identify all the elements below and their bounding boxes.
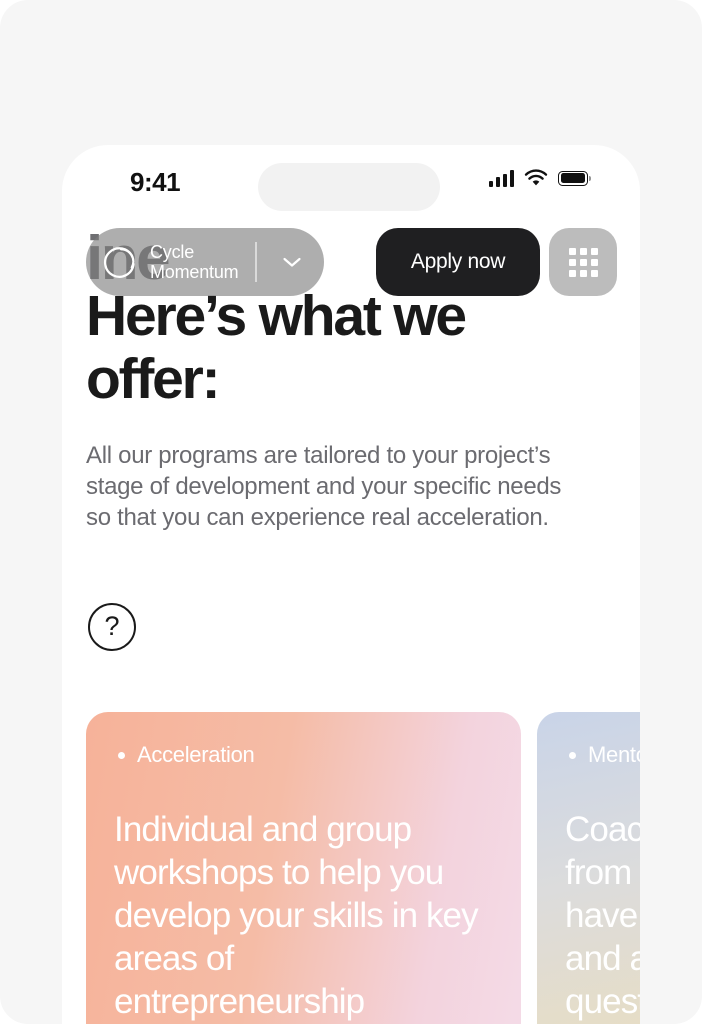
dynamic-island: [258, 163, 440, 211]
page-title: Here’s what we offer:: [86, 284, 467, 411]
status-bar: 9:41: [62, 145, 640, 219]
help-icon-button[interactable]: ?: [88, 603, 136, 651]
grid-menu-button[interactable]: [549, 228, 617, 296]
offer-card[interactable]: Mentorship Coaching and expertise from e…: [537, 712, 640, 1024]
brand-name-label: Cycle Momentum: [150, 242, 239, 282]
phone-frame: ine Here’s what we offer: All our progra…: [62, 145, 640, 1024]
status-bar-time: 9:41: [130, 167, 181, 197]
wifi-icon: [524, 169, 548, 186]
status-bar-icons: [488, 169, 591, 187]
signal-bars-icon: [488, 169, 514, 187]
chevron-down-icon[interactable]: [282, 256, 302, 268]
card-tag: Acceleration: [114, 742, 487, 768]
grid-menu-icon: [568, 247, 598, 277]
battery-full-icon: [558, 170, 591, 186]
offer-card[interactable]: Acceleration Individual and group worksh…: [86, 712, 521, 1024]
page-canvas: ine Here’s what we offer: All our progra…: [0, 0, 702, 1024]
card-tag: Mentorship: [565, 742, 640, 768]
apply-now-button[interactable]: Apply now: [376, 228, 540, 296]
pill-divider: [255, 242, 257, 282]
cycle-spiral-logo-icon: [103, 247, 135, 278]
brand-selector-pill[interactable]: Cycle Momentum: [86, 228, 324, 296]
bullet-dot-icon: [118, 751, 125, 759]
card-tag-label: Acceleration: [137, 742, 255, 767]
card-body-text: Individual and group workshops to help y…: [114, 810, 479, 1021]
page-description: All our programs are tailored to your pr…: [86, 442, 562, 531]
card-tag-label: Mentorship: [588, 742, 640, 767]
card-body-text: Coaching and expertise from entrepreneur…: [565, 810, 640, 1021]
bullet-dot-icon: [569, 751, 576, 759]
offer-cards-carousel[interactable]: Acceleration Individual and group worksh…: [62, 712, 640, 1024]
